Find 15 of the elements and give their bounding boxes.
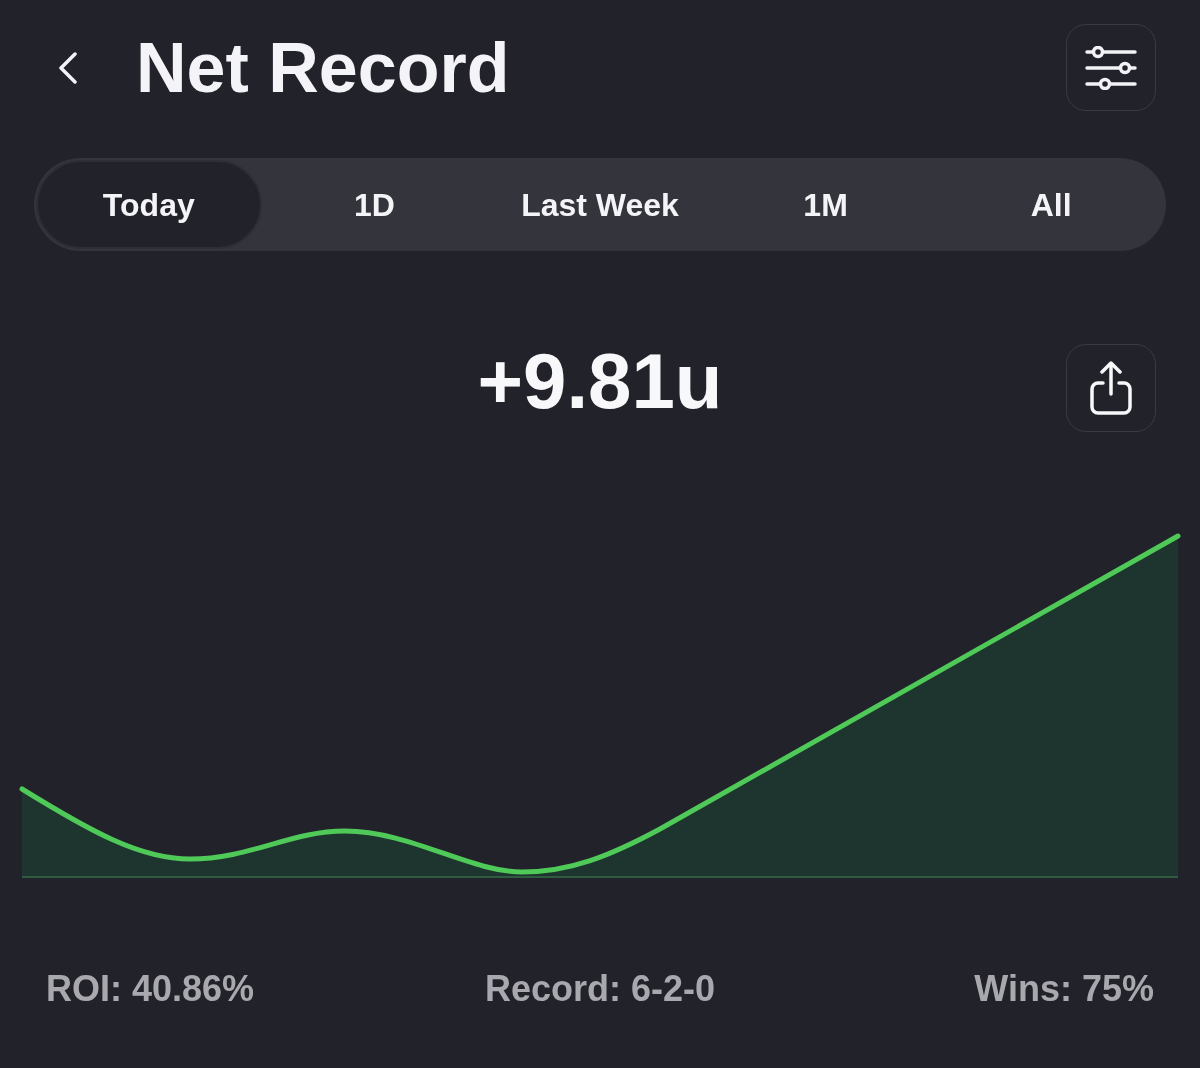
filter-button[interactable] bbox=[1066, 24, 1156, 111]
period-tab[interactable]: 1D bbox=[261, 160, 488, 249]
period-tab[interactable]: Today bbox=[36, 160, 262, 249]
stat-text: Record: 6-2-0 bbox=[484, 969, 715, 1009]
back-chevron-icon bbox=[58, 51, 78, 84]
page-title: Net Record bbox=[136, 27, 510, 109]
share-icon bbox=[1089, 361, 1133, 415]
period-tab[interactable]: Last Week bbox=[487, 160, 713, 249]
period-tab[interactable]: 1M bbox=[712, 160, 939, 249]
stat-text: ROI: 40.86% bbox=[46, 969, 255, 1009]
sliders-icon bbox=[1085, 45, 1137, 90]
stat-text: Wins: 75% bbox=[974, 969, 1154, 1009]
share-button[interactable] bbox=[1066, 344, 1156, 432]
net-units-value: +9.81u bbox=[477, 337, 723, 425]
period-tab[interactable]: All bbox=[938, 160, 1164, 249]
